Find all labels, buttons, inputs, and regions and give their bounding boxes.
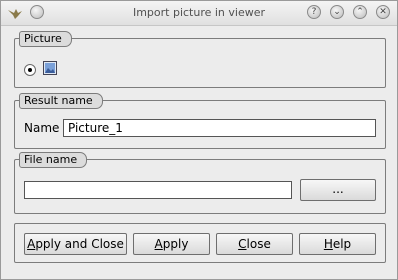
help-label: elp	[332, 237, 352, 251]
close-button[interactable]: Close	[216, 233, 293, 255]
picture-group-title: Picture	[19, 31, 72, 47]
apply-and-close-label: pply and Close	[35, 237, 124, 251]
picture-group: Picture	[14, 31, 386, 88]
file-name-group: File name ...	[14, 152, 386, 214]
name-input[interactable]: Picture_1	[63, 119, 376, 137]
browse-button[interactable]: ...	[300, 179, 376, 201]
minimize-icon[interactable]: ⌄	[330, 5, 344, 19]
apply-and-close-button[interactable]: Apply and Close	[24, 233, 127, 255]
apply-mnemonic: A	[154, 237, 163, 251]
close-label: lose	[246, 237, 271, 251]
picture-icon	[43, 61, 57, 75]
dialog-window: Import picture in viewer ? ⌄ ⌃ ✕ Picture…	[0, 0, 398, 280]
close-icon[interactable]: ✕	[376, 5, 390, 19]
apply-label: pply	[162, 237, 189, 251]
result-name-group: Result name Name Picture_1	[14, 93, 386, 149]
maximize-icon[interactable]: ⌃	[353, 5, 367, 19]
help-icon[interactable]: ?	[307, 5, 321, 19]
file-path-input[interactable]	[24, 181, 292, 199]
help-mnemonic: H	[323, 237, 333, 251]
result-name-group-title: Result name	[19, 93, 103, 109]
apply-button[interactable]: Apply	[133, 233, 210, 255]
file-name-group-title: File name	[19, 152, 88, 168]
help-button[interactable]: Help	[299, 233, 376, 255]
buttons-group: Apply and Close Apply Close Help	[14, 223, 386, 263]
title-bar[interactable]: Import picture in viewer ? ⌄ ⌃ ✕	[1, 1, 397, 26]
close-mnemonic: C	[238, 237, 247, 251]
name-label: Name	[24, 121, 60, 135]
picture-radio-button[interactable]	[24, 64, 36, 76]
